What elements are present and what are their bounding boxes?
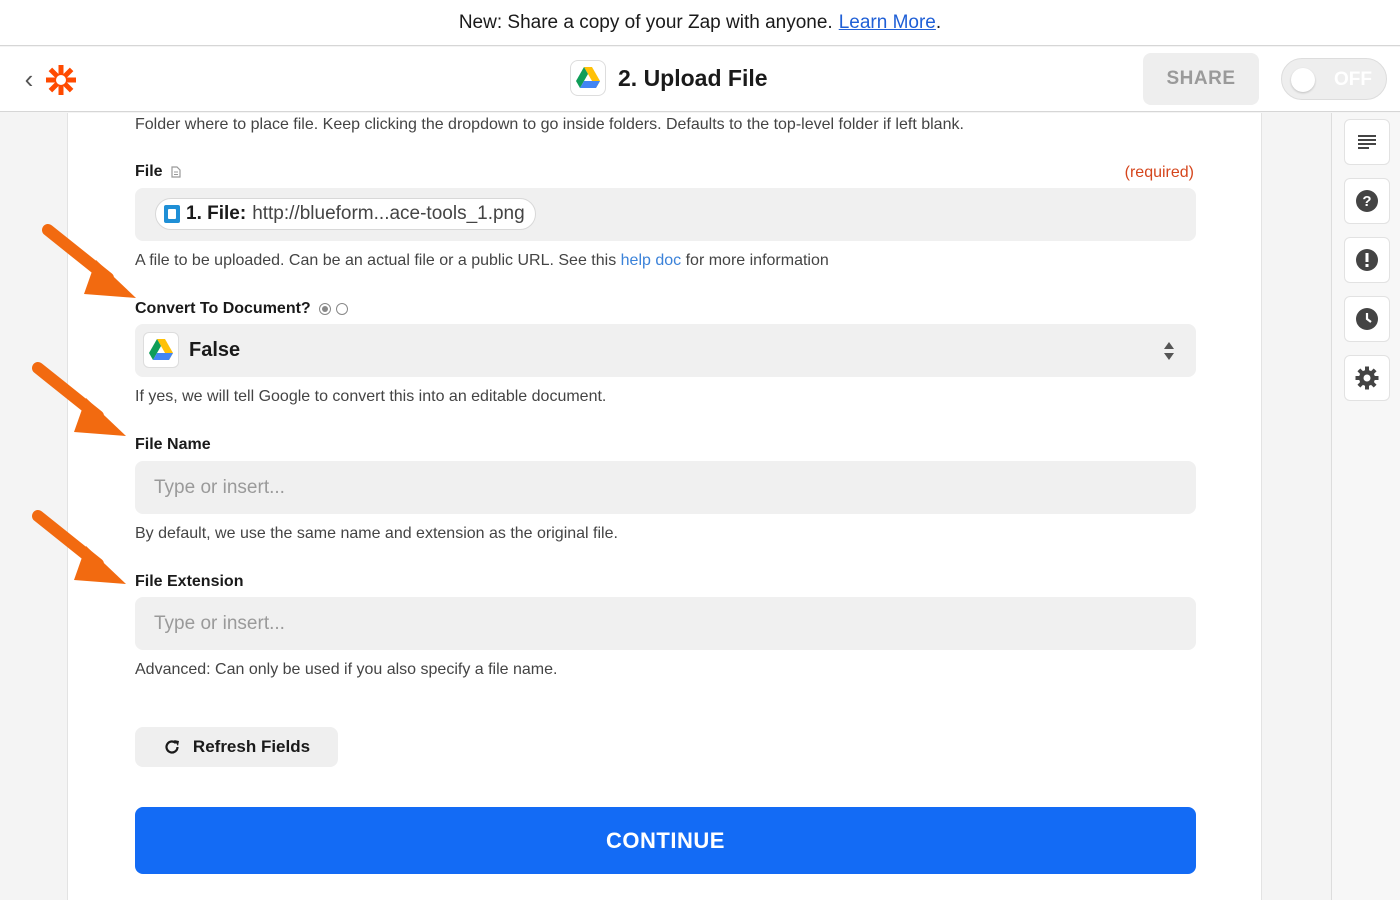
annotation-arrow-icon <box>32 510 126 584</box>
right-sidebar: ? <box>1331 113 1400 900</box>
refresh-fields-button[interactable]: Refresh Fields <box>135 727 338 767</box>
file-label: File <box>135 163 181 181</box>
google-drive-icon <box>570 60 606 96</box>
toggle-knob <box>1291 68 1315 92</box>
refresh-icon <box>165 740 179 754</box>
announcement-bar: New: Share a copy of your Zap with anyon… <box>0 0 1400 46</box>
select-caret-icon <box>1164 342 1174 360</box>
file-name-field[interactable] <box>135 461 1196 514</box>
file-extension-input[interactable] <box>135 597 1196 650</box>
back-icon[interactable]: ‹ <box>18 64 40 94</box>
page-title: 2. Upload File <box>618 64 768 91</box>
file-extension-field[interactable] <box>135 597 1196 650</box>
file-name-label: File Name <box>135 436 211 454</box>
folder-help-text: Folder where to place file. Keep clickin… <box>135 116 964 133</box>
svg-text:?: ? <box>1362 193 1371 210</box>
file-name-help-text: By default, we use the same name and ext… <box>135 525 618 542</box>
file-token-pill[interactable]: 1. File: http://blueform...ace-tools_1.p… <box>155 198 536 230</box>
alert-icon[interactable] <box>1344 237 1390 283</box>
editor-header: ‹ 2. Upload File SHARE OFF <box>0 47 1400 112</box>
toggle-label: OFF <box>1334 69 1372 90</box>
help-doc-link[interactable]: help doc <box>621 252 682 269</box>
convert-select[interactable]: False <box>135 324 1196 377</box>
file-help-pre: A file to be uploaded. Can be an actual … <box>135 252 617 269</box>
continue-button[interactable]: CONTINUE <box>135 807 1196 874</box>
file-token-icon <box>164 205 180 223</box>
file-field[interactable]: 1. File: http://blueform...ace-tools_1.p… <box>135 188 1196 241</box>
annotation-arrow-icon <box>32 362 126 436</box>
document-icon <box>170 166 181 178</box>
share-button[interactable]: SHARE <box>1143 53 1259 105</box>
announcement-text: New: Share a copy of your Zap with anyon… <box>458 11 833 33</box>
step-form-panel: Folder where to place file. Keep clickin… <box>67 113 1262 900</box>
convert-help-text: If yes, we will tell Google to convert t… <box>135 388 607 405</box>
refresh-fields-label: Refresh Fields <box>192 737 311 756</box>
learn-more-link[interactable]: Learn More <box>839 12 936 34</box>
file-help-text: A file to be uploaded. Can be an actual … <box>135 252 829 270</box>
annotation-arrow-icon <box>42 224 136 298</box>
step-title: 2. Upload File <box>570 60 768 96</box>
token-step: 1. File: <box>186 203 247 224</box>
token-value: http://blueform...ace-tools_1.png <box>252 203 525 224</box>
zap-on-off-toggle[interactable]: OFF <box>1281 58 1387 100</box>
convert-label-text: Convert To Document? <box>135 300 311 317</box>
file-label-text: File <box>135 163 163 180</box>
file-name-label-text: File Name <box>135 436 211 453</box>
settings-icon[interactable] <box>1344 355 1390 401</box>
file-name-input[interactable] <box>135 461 1196 514</box>
file-extension-label-text: File Extension <box>135 573 244 590</box>
required-indicator: (required) <box>1124 164 1194 181</box>
zapier-logo[interactable] <box>44 63 78 97</box>
file-extension-help-text: Advanced: Can only be used if you also s… <box>135 661 558 678</box>
details-icon[interactable] <box>1344 119 1390 165</box>
file-extension-label: File Extension <box>135 573 243 591</box>
announcement-suffix: . <box>935 11 942 33</box>
help-icon[interactable]: ? <box>1344 178 1390 224</box>
convert-label: Convert To Document? <box>135 300 348 318</box>
google-drive-icon <box>143 332 179 368</box>
convert-select-value: False <box>189 339 241 361</box>
file-help-post: for more information <box>685 252 829 269</box>
radio-yes-icon[interactable] <box>318 303 331 315</box>
history-icon[interactable] <box>1344 296 1390 342</box>
radio-no-icon[interactable] <box>335 303 348 315</box>
